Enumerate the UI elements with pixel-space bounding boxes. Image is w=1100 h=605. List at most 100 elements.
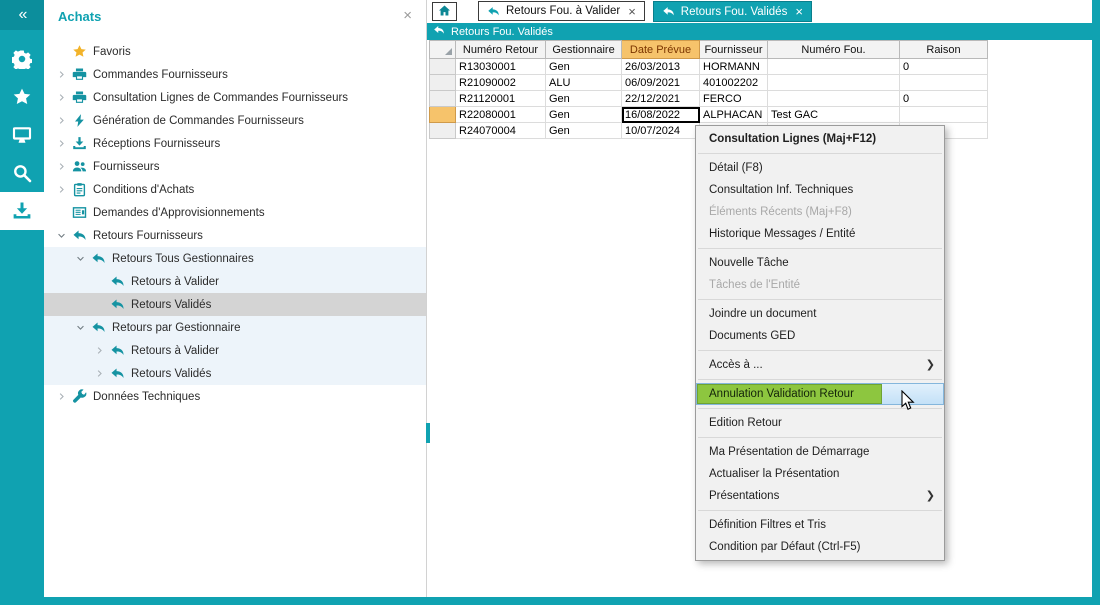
table-cell[interactable]: R13030001 — [456, 59, 546, 75]
menu-item-presentations[interactable]: Présentations❯ — [696, 485, 944, 507]
purchases-module-icon[interactable] — [0, 192, 44, 230]
chevron-down-icon[interactable] — [73, 254, 88, 263]
table-cell[interactable]: 0 — [900, 91, 988, 107]
chevron-right-icon[interactable] — [92, 346, 107, 355]
sidebar-item-favoris[interactable]: Favoris — [44, 40, 426, 63]
menu-item-edition-retour[interactable]: Edition Retour — [696, 412, 944, 434]
table-cell[interactable]: Gen — [546, 59, 622, 75]
table-cell[interactable]: 401002202 — [700, 75, 768, 91]
chevron-right-icon[interactable] — [54, 392, 69, 401]
table-cell[interactable] — [768, 59, 900, 75]
chevron-right-icon[interactable] — [54, 93, 69, 102]
menu-item-consultation-lignes-maj-f12[interactable]: Consultation Lignes (Maj+F12) — [696, 128, 944, 150]
table-row[interactable]: R22080001Gen16/08/2022ALPHACANTest GAC — [430, 107, 988, 123]
sidebar-item-label: Demandes d'Approvisionnements — [93, 207, 265, 219]
monitor-icon[interactable] — [0, 116, 44, 154]
column-header-date-prevue[interactable]: Date Prévue — [622, 41, 700, 59]
table-cell[interactable]: R21120001 — [456, 91, 546, 107]
sidebar-item-retours-tous-gestionnaires[interactable]: Retours Tous Gestionnaires — [44, 247, 426, 270]
menu-item-consultation-inf-techniques[interactable]: Consultation Inf. Techniques — [696, 179, 944, 201]
table-cell[interactable]: 22/12/2021 — [622, 91, 700, 107]
table-cell[interactable]: 26/03/2013 — [622, 59, 700, 75]
chevron-down-icon[interactable] — [54, 231, 69, 240]
chevron-right-icon[interactable] — [54, 139, 69, 148]
close-icon[interactable]: × — [628, 6, 636, 17]
column-header-numero-retour[interactable]: Numéro Retour — [456, 41, 546, 59]
row-selector-cell[interactable] — [430, 59, 456, 75]
collapse-sidebar-icon[interactable]: « — [0, 0, 44, 30]
column-header-numero-fou[interactable]: Numéro Fou. — [768, 41, 900, 59]
column-header-fournisseur[interactable]: Fournisseur — [700, 41, 768, 59]
chevron-right-icon[interactable] — [54, 185, 69, 194]
table-cell[interactable] — [768, 75, 900, 91]
row-selector-cell[interactable] — [430, 107, 456, 123]
column-header-raison[interactable]: Raison — [900, 41, 988, 59]
table-cell[interactable] — [900, 75, 988, 91]
table-cell[interactable]: 10/07/2024 — [622, 123, 700, 139]
tab-retours-fou-a-valider[interactable]: Retours Fou. à Valider× — [478, 1, 645, 21]
sidebar-item-commandes-fournisseurs[interactable]: Commandes Fournisseurs — [44, 63, 426, 86]
column-header-gestionnaire[interactable]: Gestionnaire — [546, 41, 622, 59]
sidebar-item-retours-valides[interactable]: Retours Validés — [44, 293, 426, 316]
table-cell[interactable]: Gen — [546, 107, 622, 123]
table-cell[interactable]: R22080001 — [456, 107, 546, 123]
sidebar-item-retours-valides[interactable]: Retours Validés — [44, 362, 426, 385]
table-cell[interactable]: ALU — [546, 75, 622, 91]
row-selector-cell[interactable] — [430, 75, 456, 91]
search-icon[interactable] — [0, 154, 44, 192]
menu-item-acces-a[interactable]: Accès à ...❯ — [696, 354, 944, 376]
table-cell[interactable]: Test GAC — [768, 107, 900, 123]
table-cell[interactable]: R24070004 — [456, 123, 546, 139]
chevron-right-icon[interactable] — [54, 162, 69, 171]
menu-item-ma-presentation-de-demarrage[interactable]: Ma Présentation de Démarrage — [696, 441, 944, 463]
tab-retours-fou-valides[interactable]: Retours Fou. Validés× — [653, 1, 812, 22]
menu-item-definition-filtres-et-tris[interactable]: Définition Filtres et Tris — [696, 514, 944, 536]
star-icon[interactable] — [0, 78, 44, 116]
table-cell[interactable]: R21090002 — [456, 75, 546, 91]
menu-item-detail-f8[interactable]: Détail (F8) — [696, 157, 944, 179]
chevron-right-icon[interactable] — [54, 70, 69, 79]
menu-item-actualiser-la-presentation[interactable]: Actualiser la Présentation — [696, 463, 944, 485]
table-row[interactable]: R21120001Gen22/12/2021FERCO 0 — [430, 91, 988, 107]
sidebar-item-demandes-d-approvisionnements[interactable]: Demandes d'Approvisionnements — [44, 201, 426, 224]
select-all-header[interactable] — [430, 41, 456, 59]
sidebar-item-retours-par-gestionnaire[interactable]: Retours par Gestionnaire — [44, 316, 426, 339]
sidebar-item-retours-a-valider[interactable]: Retours à Valider — [44, 270, 426, 293]
table-cell[interactable]: FERCO — [700, 91, 768, 107]
table-cell[interactable]: HORMANN — [700, 59, 768, 75]
sidebar-item-conditions-d-achats[interactable]: Conditions d'Achats — [44, 178, 426, 201]
chevron-right-icon[interactable] — [92, 369, 107, 378]
table-row[interactable]: R21090002ALU06/09/2021401002202 — [430, 75, 988, 91]
row-selector-cell[interactable] — [430, 91, 456, 107]
sidebar-item-consultation-lignes-de-commandes-fournisseurs[interactable]: Consultation Lignes de Commandes Fournis… — [44, 86, 426, 109]
menu-item-nouvelle-tache[interactable]: Nouvelle Tâche — [696, 252, 944, 274]
menu-item-joindre-un-document[interactable]: Joindre un document — [696, 303, 944, 325]
sidebar-item-receptions-fournisseurs[interactable]: Réceptions Fournisseurs — [44, 132, 426, 155]
table-cell[interactable] — [900, 107, 988, 123]
table-cell[interactable]: 06/09/2021 — [622, 75, 700, 91]
row-selector-cell[interactable] — [430, 123, 456, 139]
home-tab[interactable] — [432, 2, 457, 21]
table-cell[interactable]: 16/08/2022 — [622, 107, 700, 123]
close-icon[interactable]: × — [403, 9, 412, 22]
table-cell[interactable]: 0 — [900, 59, 988, 75]
sidebar-item-generation-de-commandes-fournisseurs[interactable]: Génération de Commandes Fournisseurs — [44, 109, 426, 132]
table-cell[interactable]: Gen — [546, 123, 622, 139]
table-cell[interactable]: Gen — [546, 91, 622, 107]
menu-item-documents-ged[interactable]: Documents GED — [696, 325, 944, 347]
sidebar-item-donnees-techniques[interactable]: Données Techniques — [44, 385, 426, 408]
close-icon[interactable]: × — [795, 6, 803, 17]
scrollbar-thumb[interactable] — [426, 423, 430, 443]
menu-item-elements-recents-maj-f8: Éléments Récents (Maj+F8) — [696, 201, 944, 223]
menu-item-condition-par-defaut-ctrl-f5[interactable]: Condition par Défaut (Ctrl-F5) — [696, 536, 944, 558]
chevron-right-icon[interactable] — [54, 116, 69, 125]
menu-item-historique-messages-entite[interactable]: Historique Messages / Entité — [696, 223, 944, 245]
table-cell[interactable]: ALPHACAN — [700, 107, 768, 123]
chevron-down-icon[interactable] — [73, 323, 88, 332]
sidebar-item-retours-fournisseurs[interactable]: Retours Fournisseurs — [44, 224, 426, 247]
sidebar-item-fournisseurs[interactable]: Fournisseurs — [44, 155, 426, 178]
sidebar-item-retours-a-valider[interactable]: Retours à Valider — [44, 339, 426, 362]
table-cell[interactable] — [768, 91, 900, 107]
table-row[interactable]: R13030001Gen26/03/2013HORMANN 0 — [430, 59, 988, 75]
gear-icon[interactable] — [0, 40, 44, 78]
